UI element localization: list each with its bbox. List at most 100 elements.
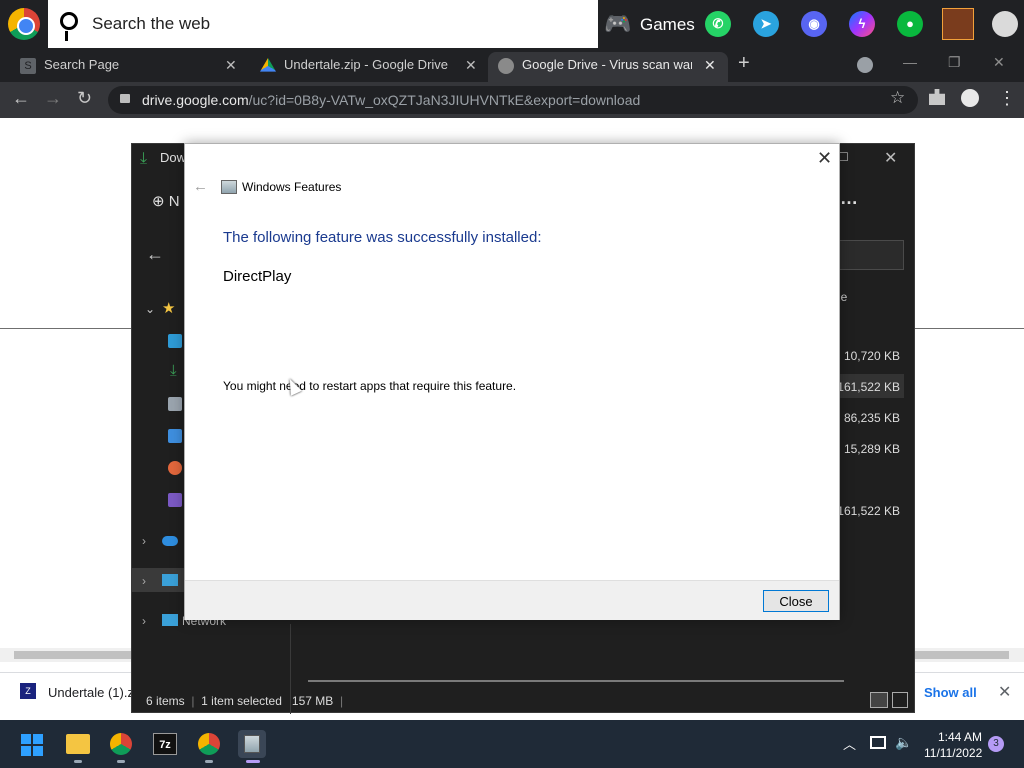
new-label: N [168,193,180,210]
quick-access-star-icon[interactable]: ★ [162,299,175,317]
clock-date[interactable]: 11/11/2022 [924,746,982,760]
new-button[interactable]: ⊕ N [152,192,180,210]
network-status-icon[interactable] [870,736,886,749]
status-bar: 6 items | 1 item selected 157 MB | [146,694,344,708]
explorer-search-input[interactable] [832,240,904,270]
chrome-logo-icon[interactable] [8,8,40,40]
desktop-icon[interactable] [168,334,182,348]
zip-file-icon: Z [20,683,36,699]
address-bar[interactable]: drive.google.com/uc?id=0B8y-VATw_oxQZTJa… [108,86,918,114]
reload-button[interactable]: ↻ [77,88,92,109]
tab-search-icon[interactable] [857,57,873,73]
tab-title: Undertale.zip - Google Drive [284,57,449,72]
explorer-horizontal-scrollbar[interactable] [308,680,844,682]
close-button[interactable]: Close [763,590,829,612]
downloads-icon[interactable]: ⤓ [170,362,177,379]
tab-title: Google Drive - Virus scan warnin [522,57,692,72]
tab-close-icon[interactable]: ✕ [704,52,716,78]
running-indicator [205,760,213,763]
file-size: 161,522 KB [837,504,900,518]
file-size: 10,720 KB [843,349,900,363]
windows-start-icon[interactable] [21,734,43,756]
running-indicator [74,760,82,763]
extra-app-icon[interactable] [992,11,1018,37]
onedrive-icon[interactable] [162,536,178,546]
top-bar: Search the web 🎮 Games ✆ ➤ ◉ ϟ ● [0,0,1024,48]
download-bar-close-button[interactable]: ✕ [998,682,1011,702]
restart-note: You might need to restart apps that requ… [223,379,517,393]
web-search-box[interactable]: Search the web [48,0,598,48]
chrome-profile-icon[interactable] [198,733,220,755]
forward-button[interactable]: → [44,88,62,109]
telegram-icon[interactable]: ➤ [753,11,779,37]
profile-icon[interactable] [961,89,979,107]
menu-icon[interactable]: ⋮ [998,88,1016,109]
clock-time[interactable]: 1:44 AM [930,730,982,744]
file-size: 86,235 KB [843,411,900,425]
7zip-icon[interactable]: 7z [153,733,177,755]
window-close-button[interactable]: ✕ [993,54,1005,71]
explorer-close-button[interactable]: ✕ [884,148,897,168]
url-text[interactable]: drive.google.com/uc?id=0B8y-VATw_oxQZTJa… [142,92,640,108]
tab-close-icon[interactable]: ✕ [465,52,477,78]
file-explorer-icon[interactable] [66,734,90,754]
minimize-button[interactable]: — [903,54,917,70]
details-view-icon[interactable] [870,692,888,708]
file-size: 15,289 KB [843,442,900,456]
volume-icon[interactable]: 🔈 [895,734,912,751]
new-tab-button[interactable]: + [738,52,750,75]
active-indicator [246,760,260,763]
notification-badge[interactable]: 3 [988,736,1004,752]
tab-google-drive-file[interactable]: Undertale.zip - Google Drive ✕ [260,52,485,82]
whatsapp-icon[interactable]: ✆ [705,11,731,37]
lock-icon[interactable] [120,94,130,103]
dialog-close-icon[interactable]: ✕ [817,148,832,169]
music-icon[interactable] [168,461,182,475]
explorer-title: Dow [160,150,187,165]
more-options-icon[interactable]: … [840,188,858,209]
back-button[interactable]: ← [12,88,30,109]
games-link[interactable]: Games [640,15,695,35]
explorer-back-button[interactable]: ← [146,244,164,265]
gamepad-icon[interactable]: 🎮 [604,12,634,36]
url-path: /uc?id=0B8y-VATw_oxQZTJaN3JIUHVNTkE&expo… [248,92,641,108]
installed-feature-name: DirectPlay [223,268,292,285]
discord-icon[interactable]: ◉ [801,11,827,37]
videos-icon[interactable] [168,493,182,507]
game-avatar-icon[interactable] [942,8,974,40]
tray-chevron-up-icon[interactable]: ︿ [843,734,856,753]
documents-icon[interactable] [168,397,182,411]
item-count: 6 items [146,694,185,708]
download-item[interactable]: Undertale (1).z [48,685,134,700]
download-folder-icon: ⤓ [140,150,148,167]
file-size: 161,522 KB [837,380,900,394]
windows-features-task-icon[interactable] [238,730,266,758]
selection-size: 157 MB [291,694,334,708]
tab-close-icon[interactable]: ✕ [225,52,237,78]
dialog-back-icon: ← [193,178,208,195]
this-pc-icon[interactable] [162,574,178,586]
pictures-icon[interactable] [168,429,182,443]
tab-search-page[interactable]: S Search Page ✕ [20,52,245,82]
wechat-icon[interactable]: ● [897,11,923,37]
messenger-icon[interactable]: ϟ [849,11,875,37]
chevron-right-icon[interactable]: › [142,574,146,588]
url-host: drive.google.com [142,92,249,108]
tiles-view-icon[interactable] [892,692,908,708]
search-input[interactable]: Search the web [92,14,210,34]
chevron-right-icon[interactable]: › [142,614,146,628]
search-icon [60,12,78,30]
tab-virus-scan-warning[interactable]: Google Drive - Virus scan warnin ✕ [488,52,728,82]
chevron-right-icon[interactable]: › [142,534,146,548]
globe-icon [498,58,514,74]
tab-favicon-icon: S [20,58,36,74]
google-drive-icon [260,58,276,72]
chrome-icon[interactable] [110,733,132,755]
restore-button[interactable]: ❐ [948,54,961,71]
network-icon[interactable] [162,614,178,626]
chevron-down-icon[interactable]: ⌄ [145,302,155,316]
windows-features-icon [221,180,237,194]
dialog-footer: Close [185,580,839,620]
show-all-button[interactable]: Show all [924,685,977,700]
bookmark-star-icon[interactable]: ☆ [890,88,905,108]
